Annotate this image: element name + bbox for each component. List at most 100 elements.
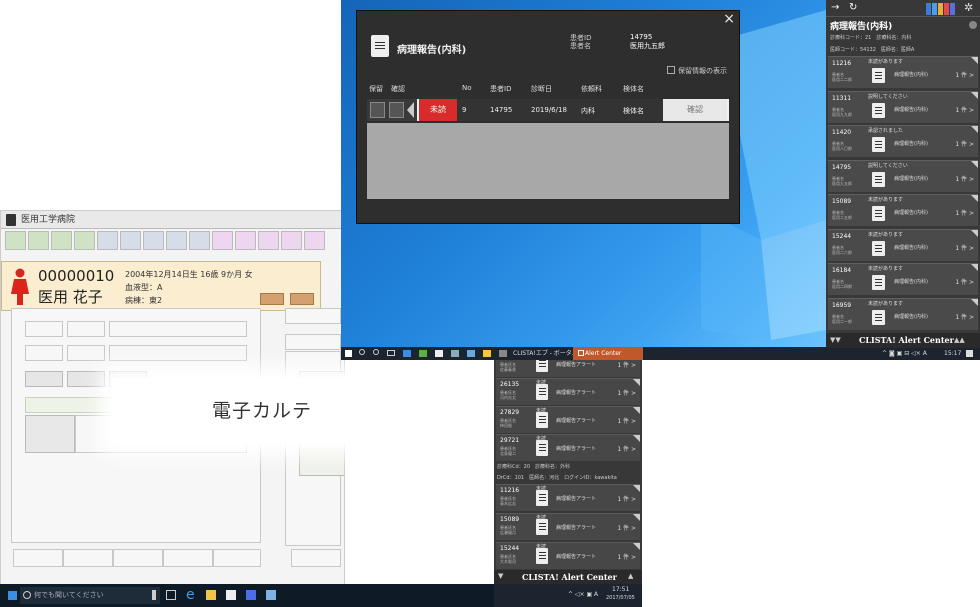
alert-card[interactable]: 26135 患者氏名 河内光太 未読 病理報告アラート 1 件 >: [496, 378, 640, 405]
confirm-checkbox[interactable]: [389, 102, 404, 118]
tab[interactable]: [258, 231, 279, 250]
hold-checkbox[interactable]: [370, 102, 385, 118]
alert-card[interactable]: 27829 患者氏名 柿田聡 未読 病理報告アラート 1 件 >: [496, 406, 640, 433]
tab[interactable]: [304, 231, 325, 250]
field-box[interactable]: [25, 321, 63, 337]
alert-card[interactable]: 11311 患者名 医用九九郎 説明してください 病理報告(内科) 1 件 >: [828, 90, 978, 123]
chevron-right-icon[interactable]: >: [967, 107, 974, 114]
explorer-icon[interactable]: [206, 590, 216, 600]
field-box[interactable]: [67, 345, 105, 361]
tab[interactable]: [97, 231, 118, 250]
bottom-button[interactable]: [163, 549, 213, 567]
cortana-icon[interactable]: [373, 349, 379, 355]
bottom-button[interactable]: [113, 549, 163, 567]
app-icon[interactable]: [419, 350, 427, 357]
alert-card[interactable]: 患者氏名 佐藤春香 病理報告アラート 1 件 >: [496, 360, 640, 377]
taskbar-item-portal[interactable]: CLISTA!エブ - ボータル: [513, 350, 578, 357]
tab[interactable]: [28, 231, 49, 250]
task-view-icon[interactable]: [387, 350, 395, 356]
app-icon[interactable]: [246, 590, 256, 600]
table-row[interactable]: 未読 9 14795 2019/6/18 内科 検体名 確認: [367, 99, 729, 121]
tab[interactable]: [5, 231, 26, 250]
chevron-right-icon[interactable]: >: [967, 176, 974, 183]
field-box[interactable]: [285, 334, 341, 350]
collapse-down-icon[interactable]: ▼: [498, 572, 503, 580]
expand-up-icon[interactable]: ▲: [628, 572, 633, 580]
expand-up-icon[interactable]: ▲▲: [954, 336, 965, 344]
hold-display-checkbox[interactable]: [667, 66, 675, 74]
tab[interactable]: [281, 231, 302, 250]
alert-card[interactable]: 29721 患者氏名 北条優二 未読 病理報告アラート 1 件 >: [496, 434, 640, 461]
close-icon[interactable]: ×: [723, 11, 735, 27]
gear-icon[interactable]: ✲: [964, 1, 973, 14]
alert-card[interactable]: 15244 患者名 医用二六郎 未読があります 病理報告(内科) 1 件 >: [828, 228, 978, 261]
tab[interactable]: [74, 231, 95, 250]
windows-start-icon[interactable]: [8, 591, 17, 600]
field-box[interactable]: [109, 321, 247, 337]
chevron-right-icon[interactable]: >: [629, 496, 636, 503]
field-box[interactable]: [109, 345, 247, 361]
windows-start-icon[interactable]: [345, 350, 352, 357]
alert-card[interactable]: 15244 患者氏名 大木聡司 未読 病理報告アラート 1 件 >: [496, 542, 640, 569]
chevron-right-icon[interactable]: >: [629, 446, 636, 453]
chevron-right-icon[interactable]: >: [967, 141, 974, 148]
app-icon[interactable]: [467, 350, 475, 357]
collapse-down-icon[interactable]: ▼▼: [830, 336, 841, 344]
alert-card[interactable]: 11216 患者氏名 青木広志 未読 病理報告アラート 1 件 >: [496, 484, 640, 511]
tab[interactable]: [189, 231, 210, 250]
search-icon[interactable]: [359, 349, 365, 355]
alert-center-panel: → ↻ ✲ 病理報告(内科) 診療科コード：21 診療科名：内科 医師コード：5…: [826, 0, 980, 348]
document-icon: [536, 412, 548, 428]
field-box[interactable]: [67, 371, 105, 387]
app-icon[interactable]: [435, 350, 443, 357]
chevron-right-icon[interactable]: >: [967, 210, 974, 217]
patient-action-button[interactable]: [260, 293, 284, 305]
chevron-right-icon[interactable]: >: [967, 279, 974, 286]
alert-card[interactable]: 11216 患者名 医用二二郎 未読があります 病理報告(内科) 1 件 >: [828, 56, 978, 88]
card-count-value: 1 件: [617, 496, 630, 503]
chevron-right-icon[interactable]: >: [967, 245, 974, 252]
tab[interactable]: [166, 231, 187, 250]
alert-card[interactable]: 16959 患者名 医用二一郎 未読があります 病理報告(内科) 1 件 >: [828, 297, 978, 330]
forward-icon[interactable]: →: [831, 2, 839, 13]
bottom-button[interactable]: [63, 549, 113, 567]
chevron-right-icon[interactable]: >: [629, 390, 636, 397]
alert-card[interactable]: 15089 患者名 医用二五郎 未読があります 病理報告(内科) 1 件 >: [828, 194, 978, 226]
chevron-right-icon[interactable]: >: [967, 72, 974, 79]
tab[interactable]: [143, 231, 164, 250]
mic-icon[interactable]: [152, 590, 156, 600]
reload-icon[interactable]: ↻: [849, 2, 857, 13]
tab[interactable]: [51, 231, 72, 250]
confirm-button[interactable]: 確認: [663, 99, 727, 121]
alert-card[interactable]: 16184 患者名 医用二四郎 未読があります 病理報告(内科) 1 件 >: [828, 263, 978, 295]
tab[interactable]: [120, 231, 141, 250]
app-icon[interactable]: [483, 350, 491, 357]
field-box[interactable]: [25, 371, 63, 387]
edge-icon[interactable]: e: [186, 586, 195, 604]
alert-card[interactable]: 14795 患者名 医用九五郎 説明してください 病理報告(内科) 1 件 >: [828, 159, 978, 192]
bottom-button[interactable]: [13, 549, 63, 567]
task-view-icon[interactable]: [166, 590, 176, 600]
mail-icon[interactable]: [266, 590, 276, 600]
alert-card[interactable]: 11420 患者名 医用八〇郎 承認されました 病理報告(内科) 1 件 >: [828, 125, 978, 157]
taskbar-search[interactable]: 何でも聞いてください: [20, 587, 160, 604]
app-icon[interactable]: [403, 350, 411, 357]
alert-card[interactable]: 15089 患者氏名 広瀬優月 未読 病理報告アラート 1 件 >: [496, 513, 640, 540]
store-icon[interactable]: [226, 590, 236, 600]
field-box[interactable]: [67, 321, 105, 337]
patient-action-button[interactable]: [290, 293, 314, 305]
chevron-right-icon[interactable]: >: [629, 362, 636, 369]
field-box[interactable]: [285, 308, 341, 324]
bottom-button[interactable]: [213, 549, 261, 567]
tab[interactable]: [235, 231, 256, 250]
field-box[interactable]: [25, 345, 63, 361]
chevron-right-icon[interactable]: >: [629, 418, 636, 425]
app-icon[interactable]: [451, 350, 459, 357]
bottom-button[interactable]: [291, 549, 341, 567]
chevron-right-icon[interactable]: >: [629, 525, 636, 532]
chevron-right-icon[interactable]: >: [967, 314, 974, 321]
tab[interactable]: [212, 231, 233, 250]
notification-icon[interactable]: [966, 350, 973, 357]
chevron-right-icon[interactable]: >: [629, 554, 636, 561]
app-icon[interactable]: [499, 350, 507, 357]
